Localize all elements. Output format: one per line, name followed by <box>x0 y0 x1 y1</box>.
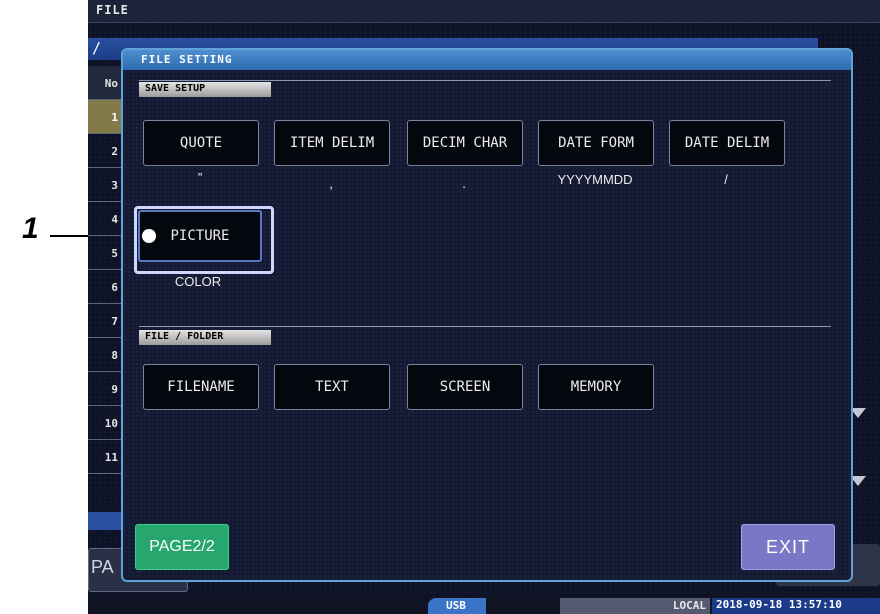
file-setting-dialog: FILE SETTING SAVE SETUP QUOTE ITEM DELIM… <box>121 48 853 582</box>
date-form-button[interactable]: DATE FORM <box>538 120 654 166</box>
memory-button[interactable]: MEMORY <box>538 364 654 410</box>
table-row[interactable]: 1 <box>88 100 122 134</box>
screen-button[interactable]: SCREEN <box>407 364 523 410</box>
filename-button[interactable]: FILENAME <box>143 364 259 410</box>
decim-char-button[interactable]: DECIM CHAR <box>407 120 523 166</box>
usb-label: USB <box>446 599 466 612</box>
date-delim-value: / <box>724 172 728 187</box>
table-row[interactable]: 2 <box>88 134 122 168</box>
callout-number: 1 <box>22 212 39 245</box>
dialog-title-bar: FILE SETTING <box>123 50 851 70</box>
item-delim-button[interactable]: ITEM DELIM <box>274 120 390 166</box>
table-row[interactable]: 7 <box>88 304 122 338</box>
section-label-text: SAVE SETUP <box>145 83 206 94</box>
window-title: FILE <box>96 3 129 17</box>
section-label-save-setup: SAVE SETUP <box>139 82 271 97</box>
row-number: 6 <box>111 281 118 294</box>
table-row[interactable]: 3 <box>88 168 122 202</box>
section-label-text: FILE / FOLDER <box>145 331 224 342</box>
page-button-behind-label: PA <box>91 557 114 577</box>
section-divider <box>139 326 831 327</box>
row-number: 4 <box>111 213 118 226</box>
path-text: / <box>92 39 102 57</box>
page-button[interactable]: PAGE2/2 <box>135 524 229 570</box>
row-number: 5 <box>111 247 118 260</box>
table-row[interactable]: 5 <box>88 236 122 270</box>
row-number: 3 <box>111 179 118 192</box>
file-list-table: No 1 2 3 4 5 6 7 8 9 10 11 <box>88 66 122 474</box>
row-number: 1 <box>111 111 118 124</box>
table-row[interactable]: 10 <box>88 406 122 440</box>
table-row[interactable]: 8 <box>88 338 122 372</box>
row-number: 10 <box>104 417 118 430</box>
column-header-no: No <box>104 77 118 90</box>
section-divider <box>139 80 831 81</box>
callout-dot <box>142 229 156 243</box>
decim-char-value: . <box>462 176 466 191</box>
item-delim-value: , <box>329 176 333 191</box>
local-indicator: LOCAL <box>560 598 710 614</box>
table-row[interactable]: 6 <box>88 270 122 304</box>
table-row[interactable]: 9 <box>88 372 122 406</box>
row-number: 9 <box>111 383 118 396</box>
datetime-label: 2018-09-18 13:57:10 <box>716 598 842 611</box>
datetime-indicator: 2018-09-18 13:57:10 <box>712 598 880 614</box>
quote-value: ” <box>197 170 203 185</box>
left-status-indicator <box>88 512 122 530</box>
picture-value: COLOR <box>174 274 222 289</box>
row-number: 2 <box>111 145 118 158</box>
window-title-bar: FILE <box>88 0 880 23</box>
row-number: 8 <box>111 349 118 362</box>
table-row[interactable]: 11 <box>88 440 122 474</box>
date-delim-button[interactable]: DATE DELIM <box>669 120 785 166</box>
picture-button[interactable]: PICTURE <box>138 210 262 262</box>
text-button[interactable]: TEXT <box>274 364 390 410</box>
usb-indicator: USB <box>428 598 486 614</box>
exit-button[interactable]: EXIT <box>741 524 835 570</box>
date-form-value: YYYYMMDD <box>557 172 633 187</box>
quote-button[interactable]: QUOTE <box>143 120 259 166</box>
row-number: 11 <box>104 451 118 464</box>
table-header: No <box>88 66 122 100</box>
table-row[interactable]: 4 <box>88 202 122 236</box>
section-label-file-folder: FILE / FOLDER <box>139 330 271 345</box>
row-number: 7 <box>111 315 118 328</box>
dialog-title: FILE SETTING <box>141 53 233 66</box>
local-label: LOCAL <box>672 599 706 612</box>
